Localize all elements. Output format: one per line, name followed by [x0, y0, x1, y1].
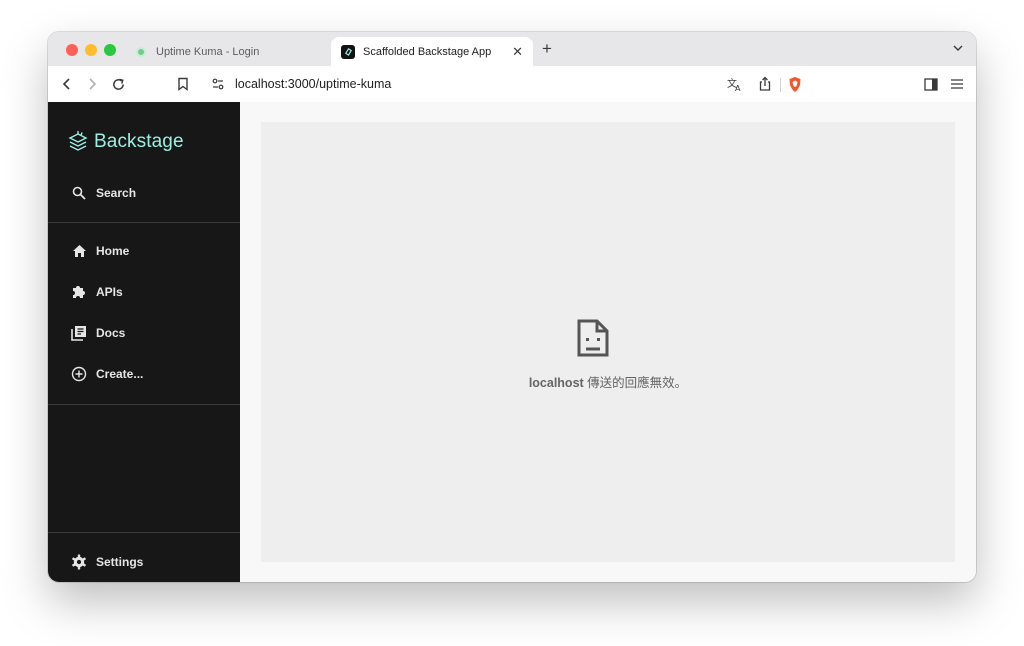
- minimize-window-button[interactable]: [85, 44, 97, 56]
- sidebar-item-docs[interactable]: Docs: [48, 315, 240, 351]
- bookmark-icon[interactable]: [174, 75, 192, 93]
- uptime-kuma-favicon-icon: [138, 48, 144, 55]
- sidebar-search[interactable]: Search: [48, 175, 240, 211]
- reload-icon[interactable]: [109, 75, 127, 93]
- brave-shields-icon[interactable]: [786, 75, 804, 93]
- sidebar-item-create[interactable]: Create...: [48, 356, 240, 392]
- share-icon[interactable]: [756, 75, 774, 93]
- main-area: localhost 傳送的回應無效。: [240, 102, 976, 582]
- sidebar-item-label: APIs: [96, 285, 123, 299]
- error-panel: localhost 傳送的回應無效。: [261, 122, 955, 562]
- sidebar-divider: [48, 404, 240, 405]
- url-text: localhost:3000/uptime-kuma: [235, 77, 392, 91]
- home-icon: [70, 242, 88, 260]
- sidebar-item-apis[interactable]: APIs: [48, 274, 240, 310]
- add-circle-icon: [70, 365, 88, 383]
- sidebar-item-label: Home: [96, 244, 130, 258]
- backstage-logo-icon: [68, 131, 88, 151]
- close-tab-icon[interactable]: ✕: [512, 44, 523, 60]
- error-text: 傳送的回應無效。: [583, 376, 688, 390]
- tab-backstage[interactable]: Scaffolded Backstage App ✕: [331, 37, 533, 66]
- url-divider: [780, 78, 781, 92]
- sidebar-item-label: Settings: [96, 555, 144, 569]
- gear-icon: [70, 553, 88, 571]
- search-icon: [70, 184, 88, 202]
- zoom-window-button[interactable]: [104, 44, 116, 56]
- tab-title: Scaffolded Backstage App: [363, 45, 492, 58]
- sidebar-divider: [48, 222, 240, 223]
- sad-file-icon: [576, 318, 610, 363]
- menu-icon[interactable]: [948, 75, 966, 93]
- translate-icon[interactable]: 文A: [726, 75, 744, 93]
- error-host: localhost: [528, 376, 584, 390]
- sidebar-divider: [48, 532, 240, 533]
- tab-title: Uptime Kuma - Login: [156, 45, 260, 58]
- forward-icon[interactable]: [83, 75, 101, 93]
- address-bar[interactable]: localhost:3000/uptime-kuma 文A: [202, 70, 822, 98]
- close-window-button[interactable]: [66, 44, 78, 56]
- sidebar-item-label: Create...: [96, 367, 144, 381]
- sidebar-item-home[interactable]: Home: [48, 233, 240, 269]
- sidebar: Backstage Search Home APIs Docs Create..…: [48, 102, 240, 582]
- error-message: localhost 傳送的回應無效。: [261, 372, 955, 391]
- logo-text: Backstage: [94, 131, 184, 152]
- page-content: Backstage Search Home APIs Docs Create..…: [48, 102, 976, 582]
- browser-toolbar: localhost:3000/uptime-kuma 文A: [48, 66, 976, 103]
- sidebar-item-label: Search: [96, 186, 137, 200]
- sidebar-toggle-icon[interactable]: [922, 75, 940, 93]
- back-icon[interactable]: [58, 75, 76, 93]
- library-icon: [70, 324, 88, 342]
- tab-uptime-kuma[interactable]: Uptime Kuma - Login: [128, 37, 328, 66]
- svg-text:A: A: [735, 84, 741, 92]
- browser-window: Uptime Kuma - Login Scaffolded Backstage…: [48, 32, 976, 582]
- sidebar-item-label: Docs: [96, 326, 126, 340]
- sidebar-item-settings[interactable]: Settings: [48, 544, 240, 580]
- backstage-favicon-icon: [341, 44, 355, 59]
- backstage-logo[interactable]: Backstage: [68, 130, 184, 154]
- tab-strip: Uptime Kuma - Login Scaffolded Backstage…: [48, 32, 976, 66]
- puzzle-icon: [70, 283, 88, 301]
- chevron-down-icon[interactable]: [952, 41, 964, 59]
- site-settings-icon[interactable]: [209, 75, 227, 93]
- new-tab-button[interactable]: +: [542, 39, 552, 59]
